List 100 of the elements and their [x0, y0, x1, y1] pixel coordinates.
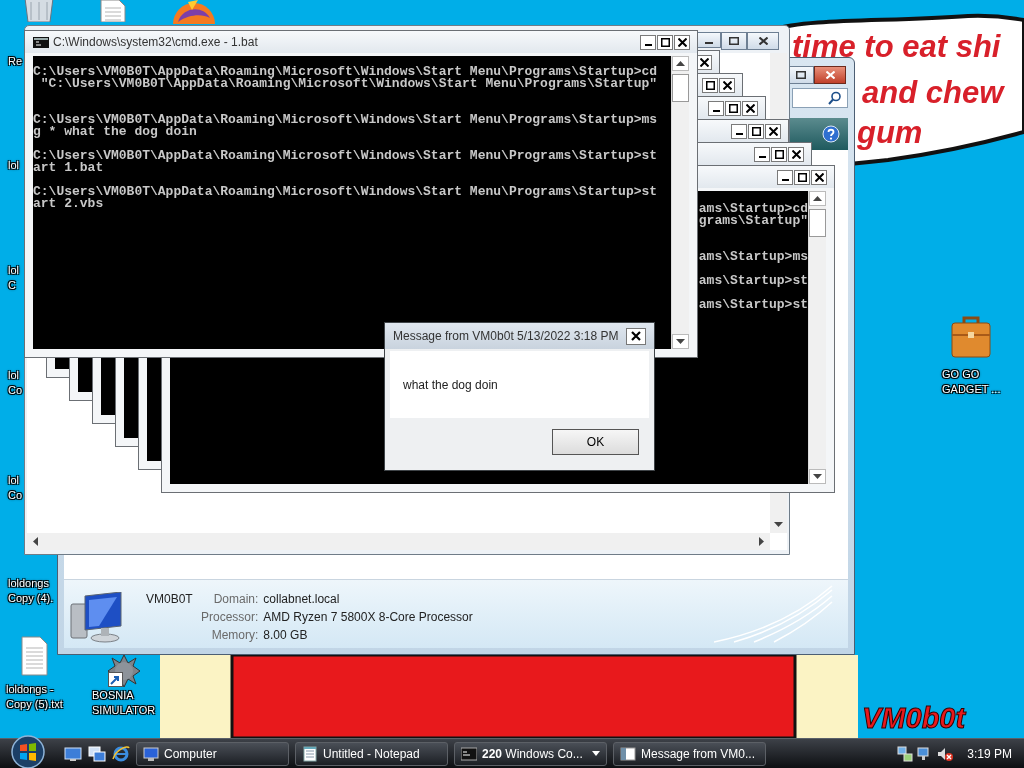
scroll-thumb[interactable] [672, 74, 689, 102]
computer-icon [143, 745, 159, 762]
scroll-up-button[interactable] [672, 56, 689, 71]
ok-button[interactable]: OK [552, 428, 639, 455]
console-line: art 1.bat [33, 162, 104, 174]
field-label: Processor: [201, 609, 259, 626]
icon-label[interactable]: GO GO GADGET ... [942, 367, 1001, 397]
close-button[interactable] [719, 77, 735, 93]
icon-label[interactable]: lol [8, 158, 19, 173]
minimize-button[interactable] [754, 146, 770, 162]
vertical-scrollbar[interactable] [671, 56, 689, 349]
console-line: ams\Startup>ms [697, 251, 808, 263]
taskbar-button[interactable]: 220 Windows Co... [454, 741, 607, 766]
maximize-button[interactable] [748, 123, 764, 139]
arrow-down-icon [676, 339, 685, 344]
computer-name: VM0B0T [146, 591, 194, 608]
maximize-icon [728, 103, 738, 113]
close-button[interactable] [742, 100, 758, 116]
console-line: C:\Users\VM0B0T\AppData\Roaming\Microsoft\Windows\Start Menu\Programs\Startup>ms [33, 114, 659, 126]
help-icon [822, 125, 840, 143]
wallpaper-caption: and chew [862, 76, 1004, 110]
close-icon [768, 126, 778, 136]
field-label: Domain: [212, 591, 259, 608]
maximize-button[interactable] [657, 34, 673, 50]
close-icon [825, 71, 835, 79]
network-icon [897, 745, 914, 762]
maximize-icon [660, 37, 670, 47]
icon-label[interactable]: lol Co [8, 473, 23, 503]
scroll-down-button[interactable] [672, 334, 689, 349]
close-icon [791, 149, 801, 159]
close-icon [677, 37, 687, 47]
field-label: Memory: [210, 627, 259, 644]
maximize-button[interactable] [725, 100, 741, 116]
console-line: "C:\Users\VM0B0T\AppData\Roaming\Microsoft\Windows\Start Menu\Programs\Startup" [40, 78, 659, 90]
console-line: g * what the dog doin [33, 126, 197, 138]
console-icon [461, 745, 477, 762]
icon-label[interactable]: loldongs Copy (4). [8, 576, 54, 606]
maximize-button[interactable] [771, 146, 787, 162]
scroll-thumb[interactable] [809, 209, 826, 237]
message-text: what the dog doin [403, 377, 498, 392]
console-line: art 2.vbs [33, 198, 104, 210]
close-button[interactable] [747, 32, 779, 50]
close-icon [722, 80, 732, 90]
desktop-icon [64, 745, 82, 762]
maximize-icon [796, 71, 806, 79]
wallpaper-caption: time to eat shi [792, 30, 1001, 64]
close-button[interactable] [788, 146, 804, 162]
minimize-button[interactable] [697, 32, 721, 48]
window-title: C:\Windows\system32\cmd.exe - 1.bat [53, 35, 259, 49]
field-value: AMD Ryzen 7 5800X 8-Core Processor [263, 609, 473, 626]
minimize-button[interactable] [731, 123, 747, 139]
caret-icon [592, 750, 600, 757]
maximize-button[interactable] [702, 77, 718, 93]
arrow-right-icon [759, 537, 764, 546]
minimize-icon [758, 155, 766, 158]
minimize-button[interactable] [777, 169, 793, 185]
arrow-down-icon [813, 474, 822, 479]
icon-label[interactable]: lol C [8, 263, 19, 293]
close-button[interactable] [626, 327, 646, 345]
console-line: C:\Users\VM0B0T\AppData\Roaming\Microsoft\Windows\Start Menu\Programs\Startup>st [33, 186, 659, 198]
minimize-icon [644, 43, 652, 46]
console-line: C:\Users\VM0B0T\AppData\Roaming\Microsoft\Windows\Start Menu\Programs\Startup>st [33, 150, 659, 162]
vertical-scrollbar[interactable] [808, 191, 826, 484]
maximize-icon [751, 126, 761, 136]
icon-label[interactable]: loldongs - Copy (5).txt [6, 682, 63, 712]
minimize-icon [705, 42, 713, 44]
window-icon [620, 745, 636, 762]
briefcase-icon [950, 315, 993, 359]
minimize-icon [781, 178, 789, 181]
arrow-left-icon [33, 537, 38, 546]
scroll-down-button[interactable] [809, 469, 826, 484]
arrow-up-icon [676, 61, 685, 66]
taskbar-button[interactable]: Untitled - Notepad [295, 741, 448, 766]
icon-label[interactable]: BOSNIA SIMULATOR [92, 688, 156, 718]
maximize-button[interactable] [788, 66, 814, 84]
console-line: ams\Startup>st [697, 299, 808, 311]
maximize-icon [729, 37, 739, 45]
icon-label[interactable]: Re [8, 54, 23, 69]
maximize-button[interactable] [794, 169, 810, 185]
maximize-button[interactable] [721, 32, 747, 50]
scroll-up-button[interactable] [809, 191, 826, 206]
minimize-button[interactable] [640, 34, 656, 50]
maximize-icon [797, 172, 807, 182]
icon-label[interactable]: lol Co [8, 368, 23, 398]
taskbar-button[interactable]: Computer [136, 741, 289, 766]
close-button[interactable] [765, 123, 781, 139]
console-line: grams\Startup" [697, 215, 808, 227]
close-icon [814, 172, 824, 182]
search-icon [828, 91, 842, 105]
minimize-button[interactable] [708, 100, 724, 116]
console-line: C:\Users\VM0B0T\AppData\Roaming\Microsoft\Windows\Start Menu\Programs\Startup>cd [33, 66, 659, 78]
close-button[interactable] [674, 34, 690, 50]
clock[interactable]: 3:19 PM [967, 746, 1012, 761]
close-button[interactable] [814, 66, 846, 84]
arrow-up-icon [813, 196, 822, 201]
close-icon [745, 103, 755, 113]
close-button[interactable] [811, 169, 827, 185]
console-line: ams\Startup>cd [697, 203, 808, 215]
search-field[interactable] [792, 88, 848, 108]
taskbar-button[interactable]: Message from VM0... [613, 741, 766, 766]
